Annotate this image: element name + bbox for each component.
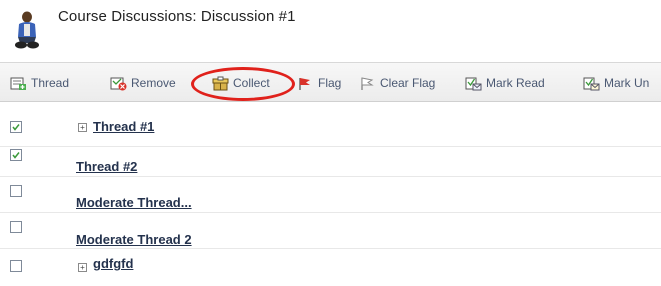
thread-4-checkbox[interactable]: [10, 221, 22, 233]
expand-icon[interactable]: +: [78, 123, 87, 132]
thread-2-checkbox[interactable]: [10, 149, 22, 161]
mark-unread-button-label: Mark Un: [604, 76, 650, 90]
thread-button[interactable]: Thread: [10, 74, 69, 92]
thread-link[interactable]: Moderate Thread 2: [76, 232, 192, 247]
thread-5-checkbox[interactable]: [10, 260, 22, 272]
mark-read-icon: [465, 76, 482, 91]
mark-read-button[interactable]: Mark Read: [465, 74, 545, 92]
thread-link[interactable]: Moderate Thread...: [76, 195, 192, 210]
collect-button[interactable]: Collect: [212, 74, 270, 92]
mark-read-button-label: Mark Read: [486, 76, 545, 90]
clear-flag-icon: [359, 76, 376, 91]
thread-row: + gdfgfd: [0, 256, 661, 286]
remove-icon: [110, 76, 127, 91]
mark-unread-button[interactable]: Mark Un: [583, 74, 649, 92]
expand-icon[interactable]: +: [78, 263, 87, 272]
thread-row: Thread #2: [0, 146, 661, 177]
thread-row: + Thread #1: [0, 116, 661, 147]
thread-row: Moderate Thread...: [0, 182, 661, 213]
clear-flag-button-label: Clear Flag: [380, 76, 436, 90]
new-thread-icon: [10, 76, 27, 91]
discussion-toolbar: Thread Remove Collect Flag Clear Flag Ma…: [0, 62, 661, 102]
person-avatar-icon: [10, 10, 44, 50]
remove-button[interactable]: Remove: [110, 74, 176, 92]
page-title: Course Discussions: Discussion #1: [58, 8, 296, 25]
thread-1-checkbox[interactable]: [10, 121, 22, 133]
thread-row: Moderate Thread 2: [0, 218, 661, 249]
thread-link[interactable]: Thread #2: [76, 159, 137, 174]
thread-link[interactable]: Thread #1: [93, 119, 154, 134]
clear-flag-button[interactable]: Clear Flag: [359, 74, 435, 92]
collect-button-label: Collect: [233, 76, 270, 90]
collect-icon: [212, 76, 229, 91]
page-header: Course Discussions: Discussion #1: [0, 0, 661, 58]
thread-button-label: Thread: [31, 76, 70, 90]
mark-unread-icon: [583, 76, 600, 91]
flag-button[interactable]: Flag: [297, 74, 341, 92]
flag-button-label: Flag: [318, 76, 342, 90]
remove-button-label: Remove: [131, 76, 176, 90]
flag-icon: [297, 76, 314, 91]
thread-3-checkbox[interactable]: [10, 185, 22, 197]
thread-link[interactable]: gdfgfd: [93, 256, 133, 271]
